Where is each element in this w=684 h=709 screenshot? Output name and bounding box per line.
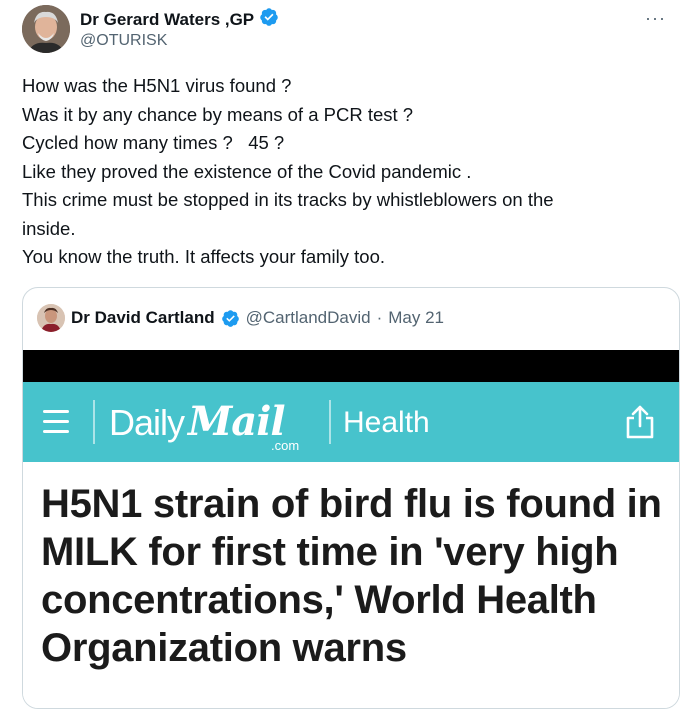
quoted-date[interactable]: May 21	[388, 308, 444, 328]
tweet-line: inside.	[22, 217, 76, 239]
verified-badge-icon	[221, 308, 240, 328]
share-icon	[623, 404, 657, 440]
header-divider	[329, 400, 331, 444]
header-divider	[93, 400, 95, 444]
article-headline: H5N1 strain of bird flu is found in MILK…	[41, 482, 662, 670]
more-options-icon[interactable]: ···	[645, 8, 666, 29]
dot-separator: ·	[376, 308, 383, 327]
tweet-line: Like they proved the existence of the Co…	[22, 160, 472, 182]
quoted-media-image[interactable]: Daily Mail .com Health H5N1 strain of bir…	[23, 350, 679, 708]
quoted-author-avatar[interactable]	[37, 304, 65, 332]
quoted-author-name[interactable]: Dr David Cartland	[71, 308, 215, 328]
tweet-line: Was it by any chance by means of a PCR t…	[22, 103, 414, 125]
author-name[interactable]: Dr Gerard Waters ,GP	[80, 10, 254, 30]
tweet-line: This crime must be stopped in its tracks…	[22, 189, 554, 210]
hamburger-menu-icon	[43, 410, 69, 434]
author-handle[interactable]: @OTURISK	[80, 32, 167, 50]
tweet-line: How was the H5N1 virus found ?	[22, 75, 292, 96]
tweet-text: How was the H5N1 virus found ? Was it by…	[22, 72, 662, 272]
logo-suffix: .com	[271, 438, 300, 453]
dailymail-logo: Daily Mail	[109, 398, 286, 445]
image-top-bar	[23, 350, 679, 382]
author-avatar[interactable]	[22, 5, 70, 53]
logo-daily: Daily	[109, 402, 185, 443]
quoted-tweet[interactable]: Dr David Cartland @CartlandDavid · May 2…	[22, 287, 680, 709]
tweet-line: You know the truth. It affects your fami…	[22, 246, 385, 267]
quoted-author-handle[interactable]: @CartlandDavid	[246, 308, 371, 328]
tweet-line: Cycled how many times ? 45 ?	[22, 132, 285, 153]
quoted-tweet-header: Dr David Cartland @CartlandDavid · May 2…	[37, 304, 444, 332]
dailymail-header-bar: Daily Mail .com Health	[23, 382, 679, 462]
section-label: Health	[343, 406, 430, 439]
verified-badge-icon	[259, 7, 279, 32]
